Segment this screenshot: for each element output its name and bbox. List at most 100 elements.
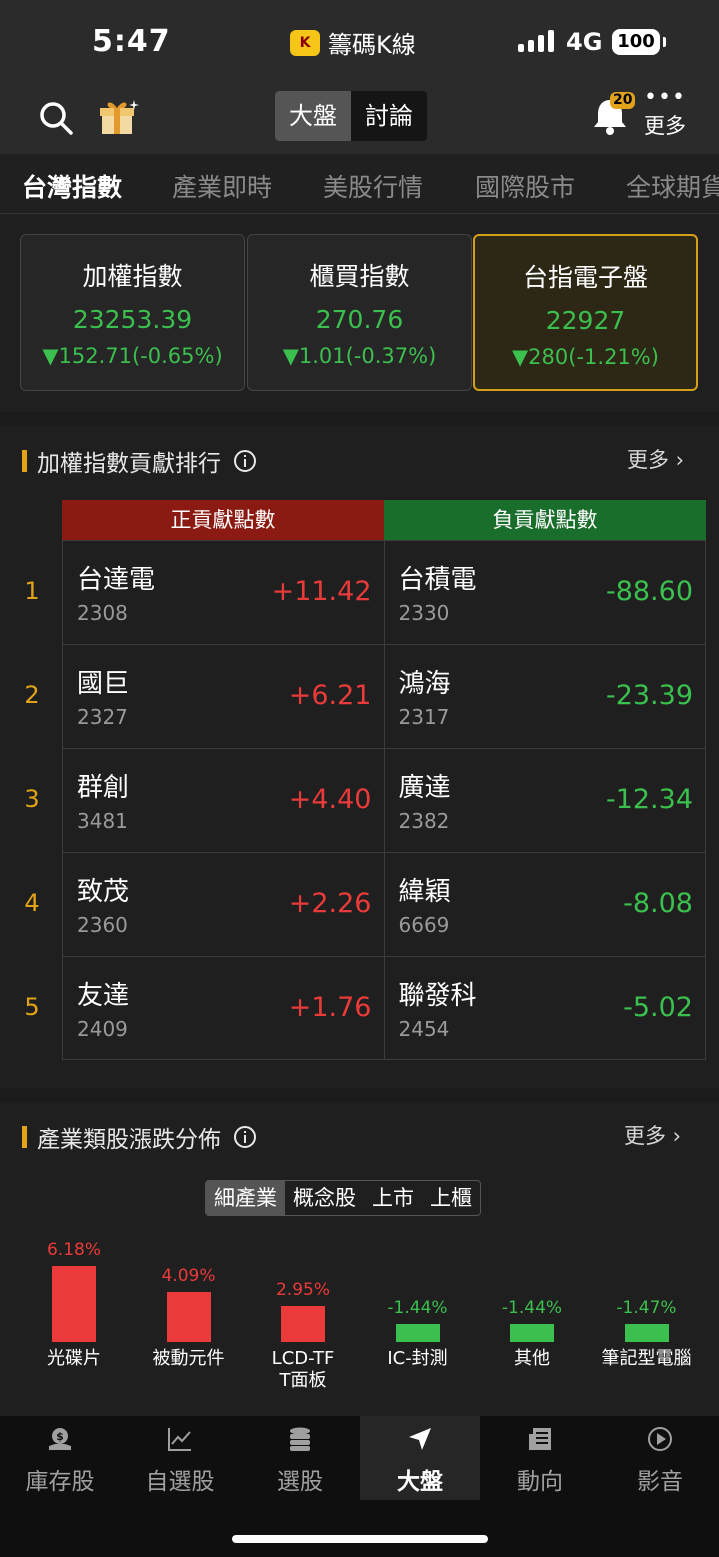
sector-bar <box>166 1291 211 1342</box>
nav-market[interactable]: 大盤 <box>360 1416 480 1500</box>
sector-filter: 細產業 概念股 上市 上櫃 <box>205 1180 481 1216</box>
sector-bar-item[interactable]: -1.44% IC-封測 <box>363 1230 473 1400</box>
positive-stock-cell[interactable]: 致茂 2360 +2.26 <box>62 853 384 956</box>
stock-name: 廣達 <box>398 773 451 803</box>
filter-otc[interactable]: 上櫃 <box>422 1181 480 1215</box>
status-bar: 5:47 K 籌碼K線 4G 100 <box>0 0 719 80</box>
negative-stock-cell[interactable]: 台積電 2330 -88.60 <box>383 541 706 644</box>
stock-code: 2382 <box>398 809 450 833</box>
stock-name: 台達電 <box>77 565 156 595</box>
home-indicator[interactable] <box>232 1535 488 1543</box>
top-header: 大盤 討論 20 ••• 更多 <box>0 80 719 154</box>
negative-stock-cell[interactable]: 廣達 2382 -12.34 <box>383 749 706 852</box>
more-menu-button[interactable]: ••• 更多 <box>640 87 690 140</box>
sector-pct-label: -1.44% <box>387 1298 448 1318</box>
sector-bar-item[interactable]: -1.47% 筆記型電腦 <box>592 1230 702 1400</box>
index-card-taiex[interactable]: 加權指數 23253.39 ▼152.71(-0.65%) <box>20 234 245 391</box>
sector-bar <box>395 1324 440 1342</box>
index-change: ▼152.71(-0.65%) <box>42 344 223 368</box>
stock-name: 友達 <box>77 981 130 1011</box>
stock-code: 2317 <box>398 705 450 729</box>
sector-name-label: 光碟片 <box>47 1348 101 1369</box>
main-segment-control: 大盤 討論 <box>275 91 427 141</box>
contribution-points: +4.40 <box>288 784 372 815</box>
positive-stock-cell[interactable]: 群創 3481 +4.40 <box>62 749 384 852</box>
contribution-points: -8.08 <box>623 888 693 919</box>
contribution-section: 加權指數貢獻排行 更多 › 正貢獻點數 負貢獻點數 1 台達電 2308 +11.42… <box>0 426 719 1088</box>
index-change: ▼1.01(-0.37%) <box>282 344 437 368</box>
sector-bar-item[interactable]: 6.18% 光碟片 <box>19 1230 129 1400</box>
sector-name-label: 被動元件 <box>152 1348 225 1369</box>
network-type: 4G <box>566 28 603 56</box>
tab-global-futures[interactable]: 全球期貨 <box>626 168 719 204</box>
index-card-otc[interactable]: 櫃買指數 270.76 ▼1.01(-0.37%) <box>247 234 472 391</box>
positive-stock-cell[interactable]: 台達電 2308 +11.42 <box>62 541 384 644</box>
negative-stock-cell[interactable]: 鴻海 2317 -23.39 <box>383 645 706 748</box>
index-card-electronics-futures[interactable]: 台指電子盤 22927 ▼280(-1.21%) <box>473 234 698 391</box>
more-link-label: 更多 <box>627 448 669 472</box>
contribution-points: +11.42 <box>271 576 372 607</box>
index-value: 22927 <box>545 306 626 335</box>
segment-market[interactable]: 大盤 <box>275 91 351 141</box>
stock-name: 鴻海 <box>398 669 451 699</box>
sector-title: 產業類股漲跌分佈 <box>22 1120 257 1154</box>
money-bag-icon: $ <box>49 1428 71 1450</box>
info-icon[interactable] <box>233 449 257 473</box>
sector-bar-item[interactable]: 4.09% 被動元件 <box>134 1230 244 1400</box>
contribution-points: -23.39 <box>605 680 693 711</box>
sector-bar <box>624 1324 669 1342</box>
negative-stock-cell[interactable]: 緯穎 6669 -8.08 <box>383 853 706 956</box>
nav-trends[interactable]: 動向 <box>480 1416 600 1500</box>
sector-section: 產業類股漲跌分佈 更多 › 細產業 概念股 上市 上櫃 6.18% 光碟片 4.09… <box>0 1102 719 1416</box>
contribution-points: +6.21 <box>288 680 372 711</box>
search-icon[interactable] <box>38 100 74 136</box>
sector-bar <box>510 1324 554 1342</box>
contribution-more-link[interactable]: 更多 › <box>627 444 684 474</box>
table-row: 3 群創 3481 +4.40 廣達 2382 -12.34 <box>24 748 706 852</box>
stock-name: 致茂 <box>77 877 130 907</box>
filter-concept[interactable]: 概念股 <box>285 1181 364 1215</box>
gift-icon[interactable] <box>98 96 140 138</box>
stock-code: 2360 <box>77 913 128 937</box>
index-cards: 加權指數 23253.39 ▼152.71(-0.65%) 櫃買指數 270.7… <box>0 214 719 412</box>
chevron-right-icon: › <box>669 448 685 472</box>
sector-bar-item[interactable]: 2.95% LCD-TFT面板 <box>248 1230 358 1400</box>
filter-sub-industry[interactable]: 細產業 <box>206 1181 285 1215</box>
negative-stock-cell[interactable]: 聯發科 2454 -5.02 <box>383 957 706 1059</box>
database-icon <box>290 1427 310 1451</box>
contribution-table: 正貢獻點數 負貢獻點數 1 台達電 2308 +11.42 台積電 2330 -88.60 2… <box>24 500 706 1060</box>
nav-watchlist[interactable]: 自選股 <box>120 1416 240 1500</box>
index-name: 加權指數 <box>82 262 183 291</box>
tab-industry-live[interactable]: 產業即時 <box>172 168 272 204</box>
nav-label: 影音 <box>637 1469 683 1495</box>
more-label: 更多 <box>644 114 686 138</box>
index-name: 台指電子盤 <box>522 263 648 292</box>
contribution-title: 加權指數貢獻排行 <box>22 444 257 478</box>
nav-portfolio[interactable]: $ 庫存股 <box>0 1416 120 1500</box>
tab-us-stocks[interactable]: 美股行情 <box>323 168 423 204</box>
rank-number: 5 <box>24 993 40 1021</box>
stock-code: 3481 <box>77 809 128 833</box>
nav-label: 自選股 <box>145 1469 215 1495</box>
nav-screener[interactable]: 選股 <box>240 1416 360 1500</box>
sector-bar-item[interactable]: -1.44% 其他 <box>477 1230 587 1400</box>
tab-intl-markets[interactable]: 國際股市 <box>475 168 575 204</box>
contribution-points: -5.02 <box>623 992 693 1023</box>
positive-stock-cell[interactable]: 友達 2409 +1.76 <box>62 957 384 1059</box>
stock-name: 緯穎 <box>398 877 451 907</box>
nav-video[interactable]: 影音 <box>600 1416 719 1500</box>
more-link-label: 更多 <box>624 1124 666 1148</box>
filter-listed[interactable]: 上市 <box>364 1181 422 1215</box>
sector-more-link[interactable]: 更多 › <box>624 1120 681 1150</box>
sector-name-label: IC-封測 <box>387 1348 448 1369</box>
segment-discussion[interactable]: 討論 <box>351 91 427 141</box>
info-icon[interactable] <box>233 1125 257 1149</box>
tab-taiwan-index[interactable]: 台灣指數 <box>22 168 122 204</box>
navigation-arrow-icon <box>409 1428 431 1450</box>
stock-code: 2409 <box>77 1017 128 1041</box>
notification-button[interactable]: 20 <box>590 92 636 136</box>
signal-icon <box>518 30 554 52</box>
table-row: 2 國巨 2327 +6.21 鴻海 2317 -23.39 <box>24 644 706 748</box>
positive-stock-cell[interactable]: 國巨 2327 +6.21 <box>62 645 384 748</box>
nav-label: 選股 <box>277 1469 323 1495</box>
